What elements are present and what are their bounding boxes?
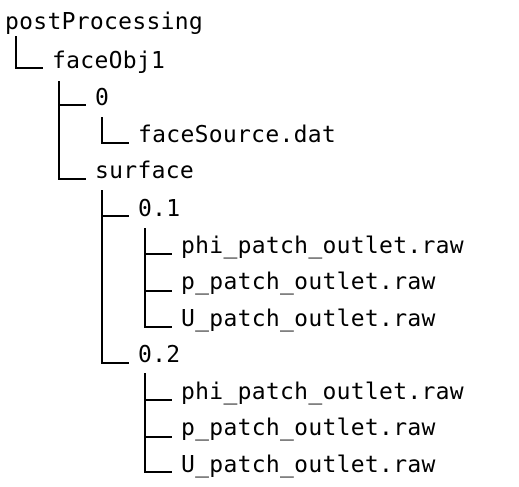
tree-node-phi-patch-outlet-2: phi_patch_outlet.raw [181, 379, 464, 405]
tree-tick-faceobj1 [15, 67, 43, 69]
tree-connector-0 [101, 117, 103, 144]
tree-tick-facesource [101, 142, 129, 144]
tree-tick-p-2 [144, 436, 172, 438]
tree-tick-0-2 [101, 362, 129, 364]
tree-node-0-1: 0.1 [138, 196, 181, 222]
tree-tick-phi-2 [144, 399, 172, 401]
directory-tree: postProcessing faceObj1 0 faceSource.dat… [0, 0, 519, 487]
tree-tick-0-1 [101, 215, 129, 217]
tree-node-phi-patch-outlet-1: phi_patch_outlet.raw [181, 233, 464, 259]
tree-node-faceobj1: faceObj1 [52, 48, 166, 74]
tree-tick-0 [58, 104, 86, 106]
tree-tick-phi-1 [144, 253, 172, 255]
tree-connector-root [15, 36, 17, 69]
tree-node-u-patch-outlet-2: U_patch_outlet.raw [181, 452, 436, 478]
tree-node-u-patch-outlet-1: U_patch_outlet.raw [181, 306, 436, 332]
tree-connector-faceobj1 [58, 81, 60, 180]
tree-tick-p-1 [144, 290, 172, 292]
tree-node-p-patch-outlet-1: p_patch_outlet.raw [181, 269, 436, 295]
tree-node-surface: surface [95, 158, 195, 184]
tree-connector-0-2 [144, 373, 146, 473]
tree-node-0: 0 [95, 85, 110, 111]
tree-node-p-patch-outlet-2: p_patch_outlet.raw [181, 415, 436, 441]
tree-tick-u-2 [144, 471, 172, 473]
tree-tick-u-1 [144, 326, 172, 328]
tree-node-facesource-dat: faceSource.dat [138, 122, 337, 148]
tree-connector-0-1 [144, 228, 146, 328]
tree-root-label: postProcessing [5, 9, 204, 35]
tree-node-0-2: 0.2 [138, 342, 181, 368]
tree-tick-surface [58, 178, 86, 180]
